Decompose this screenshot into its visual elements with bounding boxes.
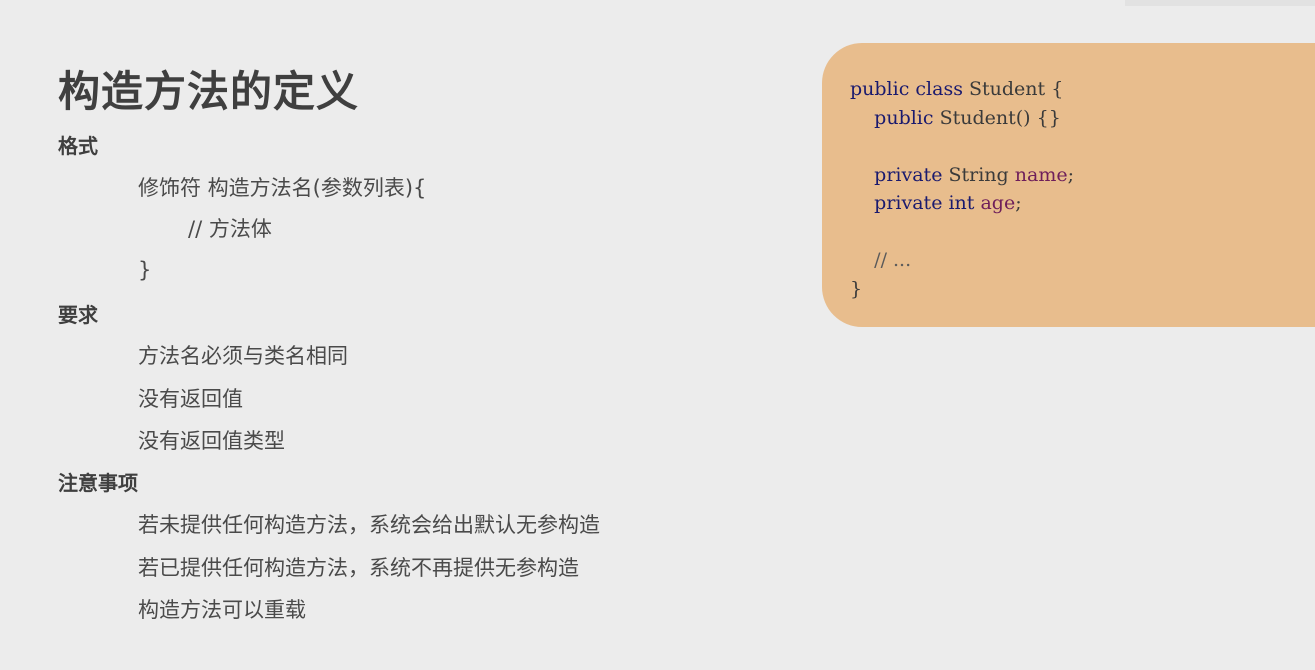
top-edge-strip bbox=[1125, 0, 1315, 6]
format-line-body: // 方法体 bbox=[188, 217, 272, 241]
heading-notes: 注意事项 bbox=[58, 471, 138, 495]
code-punct: ; bbox=[1015, 192, 1022, 214]
requirement-item: 方法名必须与类名相同 bbox=[138, 344, 348, 368]
format-line-signature: 修饰符 构造方法名(参数列表){ bbox=[138, 176, 427, 200]
code-line-close: } bbox=[850, 275, 1074, 304]
code-keyword: public bbox=[874, 106, 934, 129]
code-comment: // ... bbox=[874, 249, 912, 271]
code-type: int bbox=[948, 192, 975, 214]
code-block: public class Student { public Student() … bbox=[822, 43, 1315, 327]
code-line-class-decl: public class Student { bbox=[850, 75, 1074, 104]
code-identifier: Student() bbox=[939, 106, 1031, 129]
code-variable: age bbox=[980, 192, 1016, 214]
code-keyword: public bbox=[850, 78, 910, 100]
note-item: 构造方法可以重载 bbox=[138, 598, 306, 622]
code-punct: {} bbox=[1036, 106, 1061, 129]
code-punct: } bbox=[850, 277, 863, 300]
code-punct: ; bbox=[1067, 163, 1074, 186]
note-item: 若已提供任何构造方法，系统不再提供无参构造 bbox=[138, 556, 579, 580]
code-type: String bbox=[948, 163, 1009, 186]
code-keyword: class bbox=[915, 78, 963, 100]
heading-format: 格式 bbox=[58, 134, 98, 158]
format-line-close: } bbox=[138, 258, 152, 282]
slide: 构造方法的定义 格式 修饰符 构造方法名(参数列表){ // 方法体 } 要求 … bbox=[0, 0, 1315, 670]
code-line-field-age: private int age; bbox=[850, 189, 1074, 218]
requirement-item: 没有返回值类型 bbox=[138, 429, 285, 453]
code-punct: { bbox=[1051, 78, 1064, 100]
requirement-item: 没有返回值 bbox=[138, 387, 243, 411]
heading-requirements: 要求 bbox=[58, 303, 98, 327]
code-line-constructor: public Student() {} bbox=[850, 104, 1074, 133]
code-keyword: private bbox=[874, 163, 943, 186]
code-line-comment: // ... bbox=[850, 246, 1074, 275]
note-item: 若未提供任何构造方法，系统会给出默认无参构造 bbox=[138, 513, 600, 537]
code-identifier: Student bbox=[969, 78, 1046, 100]
code-keyword: private bbox=[874, 192, 943, 214]
code-variable: name bbox=[1014, 163, 1068, 186]
code-line-field-name: private String name; bbox=[850, 161, 1074, 190]
code-text: public class Student { public Student() … bbox=[850, 75, 1074, 303]
slide-title: 构造方法的定义 bbox=[58, 67, 360, 116]
